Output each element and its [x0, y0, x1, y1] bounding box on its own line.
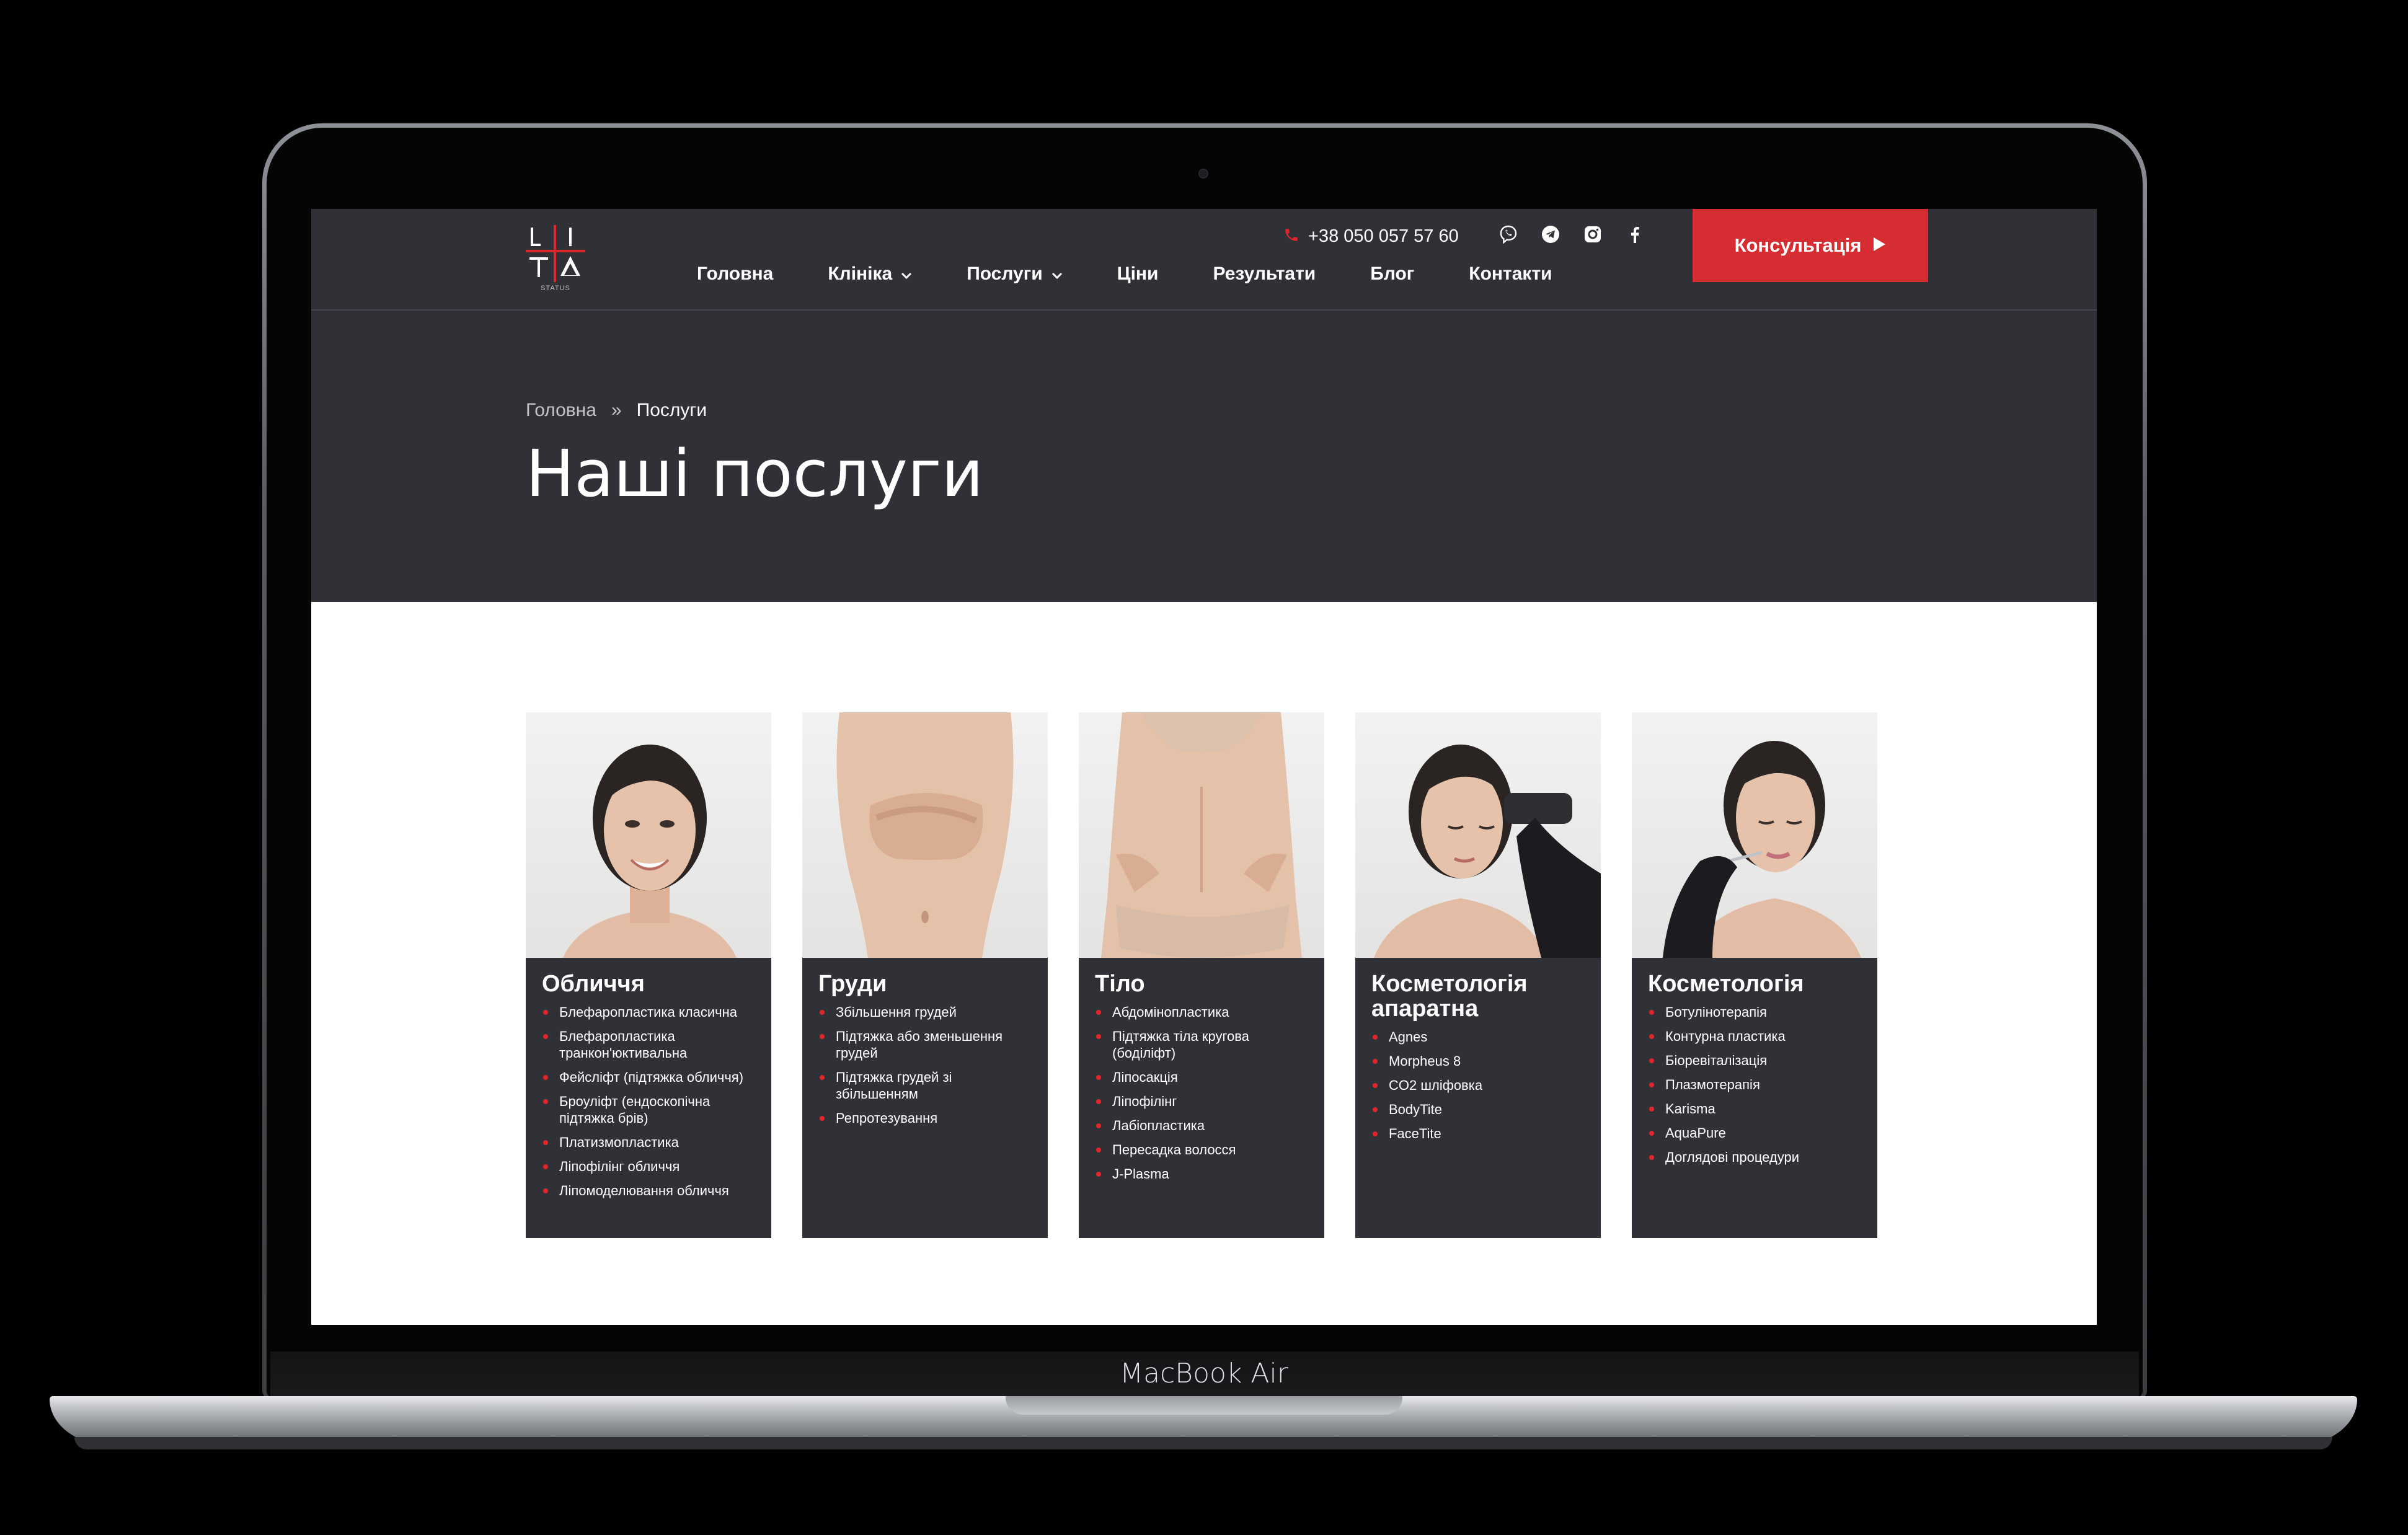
device-model-label: MacBook Air — [1120, 1358, 1288, 1389]
nav-item-clinic[interactable]: Клініка — [828, 263, 912, 285]
phone-icon — [1283, 227, 1299, 246]
site-logo[interactable]: STATUS — [526, 225, 588, 299]
list-item[interactable]: Karisma — [1648, 1100, 1861, 1117]
list-item[interactable]: FaceTite — [1371, 1125, 1585, 1142]
list-item[interactable]: J-Plasma — [1095, 1166, 1308, 1182]
consultation-button[interactable]: Консультація — [1693, 209, 1928, 282]
mockup-stage: STATUS +38 050 057 57 60 Головна Клініка… — [0, 0, 2408, 1535]
list-item[interactable]: Ліпофілінг обличчя — [542, 1158, 755, 1175]
consultation-label: Консультація — [1734, 234, 1862, 256]
list-item[interactable]: Броуліфт (ендоскопічна підтяжка брів) — [542, 1093, 755, 1126]
phone-link[interactable]: +38 050 057 57 60 — [1283, 226, 1459, 247]
list-item[interactable]: Ліпомоделювання обличчя — [542, 1182, 755, 1199]
service-card-cosmetology[interactable]: Косметологія Ботулінотерапія Контурна пл… — [1632, 712, 1877, 1238]
telegram-icon[interactable] — [1540, 224, 1561, 245]
list-item[interactable]: Біоревіталізація — [1648, 1052, 1861, 1069]
card-title: Косметологія — [1648, 971, 1804, 997]
list-item[interactable]: Лабіопластика — [1095, 1117, 1308, 1134]
nav-item-prices[interactable]: Ціни — [1117, 263, 1159, 285]
breadcrumb-separator: » — [611, 400, 622, 420]
nav-label: Ціни — [1117, 263, 1159, 284]
body-photo — [1079, 712, 1324, 958]
page-hero: Головна » Послуги Наші послуги — [311, 311, 2097, 602]
nav-item-contacts[interactable]: Контакти — [1469, 263, 1552, 285]
card-title: Косметологія апаратна — [1371, 971, 1528, 1022]
list-item[interactable]: Абдомінопластика — [1095, 1004, 1308, 1020]
laptop-opening-notch — [1006, 1396, 1402, 1415]
nav-label: Головна — [697, 263, 774, 284]
list-item[interactable]: Плазмотерапія — [1648, 1076, 1861, 1093]
nav-label: Клініка — [828, 263, 893, 284]
phone-number: +38 050 057 57 60 — [1308, 226, 1459, 246]
nav-item-home[interactable]: Головна — [697, 263, 773, 285]
list-item[interactable]: Підтяжка або зменьшення грудей — [818, 1028, 1032, 1061]
list-item[interactable]: Блефаропластика класична — [542, 1004, 755, 1020]
list-item[interactable]: Morpheus 8 — [1371, 1053, 1585, 1069]
face-photo — [526, 712, 771, 958]
breadcrumb-home-link[interactable]: Головна — [526, 400, 596, 421]
card-title: Тіло — [1095, 971, 1145, 997]
list-item[interactable]: Підтяжка тіла кругова (боділіфт) — [1095, 1028, 1308, 1061]
logo-subtitle: STATUS — [541, 285, 570, 292]
card-list: Agnes Morpheus 8 CO2 шліфовка BodyTite F… — [1371, 1028, 1585, 1142]
nav-label: Блог — [1370, 263, 1415, 284]
instagram-icon[interactable] — [1582, 224, 1603, 245]
card-list: Абдомінопластика Підтяжка тіла кругова (… — [1095, 1004, 1308, 1182]
nav-label: Результати — [1213, 263, 1316, 284]
site-header: STATUS +38 050 057 57 60 Головна Клініка… — [311, 209, 2097, 311]
nav-item-blog[interactable]: Блог — [1370, 263, 1414, 285]
card-list: Блефаропластика класична Блефаропластика… — [542, 1004, 755, 1199]
list-item[interactable]: Пересадка волосся — [1095, 1141, 1308, 1158]
list-item[interactable]: Контурна пластика — [1648, 1028, 1861, 1045]
list-item[interactable]: Репротезування — [818, 1110, 1032, 1126]
list-item[interactable]: Ботулінотерапія — [1648, 1004, 1861, 1020]
nav-item-results[interactable]: Результати — [1213, 263, 1316, 285]
service-card-body[interactable]: Тіло Абдомінопластика Підтяжка тіла круг… — [1079, 712, 1324, 1238]
facebook-icon[interactable] — [1624, 224, 1645, 245]
list-item[interactable]: Блефаропластика транкон'юктивальна — [542, 1028, 755, 1061]
list-item[interactable]: AquaPure — [1648, 1125, 1861, 1141]
card-list: Збільшення грудей Підтяжка або зменьшенн… — [818, 1004, 1032, 1126]
breadcrumb: Головна » Послуги — [526, 400, 707, 421]
list-item[interactable]: Ліпосакція — [1095, 1069, 1308, 1086]
laptop-base-edge — [74, 1437, 2332, 1449]
service-card-face[interactable]: Обличчя Блефаропластика класична Блефаро… — [526, 712, 771, 1238]
chevron-down-icon — [1051, 263, 1063, 285]
breast-photo — [802, 712, 1048, 958]
cosmetology-photo — [1632, 712, 1877, 958]
list-item[interactable]: Ліпофілінг — [1095, 1093, 1308, 1110]
list-item[interactable]: Збільшення грудей — [818, 1004, 1032, 1020]
nav-item-services[interactable]: Послуги — [967, 263, 1062, 285]
nav-label: Контакти — [1469, 263, 1552, 284]
website-screen: STATUS +38 050 057 57 60 Головна Клініка… — [311, 209, 2097, 1325]
viber-icon[interactable] — [1498, 224, 1519, 245]
list-item[interactable]: Платизмопластика — [542, 1134, 755, 1151]
service-cards: Обличчя Блефаропластика класична Блефаро… — [526, 712, 1877, 1238]
list-item[interactable]: Фейсліфт (підтяжка обличчя) — [542, 1069, 755, 1086]
card-title: Груди — [818, 971, 887, 997]
list-item[interactable]: Підтяжка грудей зі збільшенням — [818, 1069, 1032, 1102]
list-item[interactable]: CO2 шліфовка — [1371, 1077, 1585, 1094]
camera-icon — [1198, 169, 1208, 179]
hardware-cosmetology-photo — [1355, 712, 1601, 958]
list-item[interactable]: Agnes — [1371, 1028, 1585, 1045]
breadcrumb-current: Послуги — [636, 400, 707, 420]
list-item[interactable]: Доглядові процедури — [1648, 1149, 1861, 1166]
main-nav: Головна Клініка Послуги Ціни Результати — [697, 263, 1552, 285]
service-card-breast[interactable]: Груди Збільшення грудей Підтяжка або зме… — [802, 712, 1048, 1238]
play-arrow-icon — [1872, 234, 1886, 257]
card-title: Обличчя — [542, 971, 645, 997]
nav-label: Послуги — [967, 263, 1043, 284]
page-title: Наші послуги — [526, 436, 984, 511]
social-links — [1498, 224, 1645, 245]
list-item[interactable]: BodyTite — [1371, 1101, 1585, 1118]
service-card-hardware-cosmetology[interactable]: Косметологія апаратна Agnes Morpheus 8 C… — [1355, 712, 1601, 1238]
chevron-down-icon — [901, 263, 912, 285]
card-list: Ботулінотерапія Контурна пластика Біорев… — [1648, 1004, 1861, 1166]
